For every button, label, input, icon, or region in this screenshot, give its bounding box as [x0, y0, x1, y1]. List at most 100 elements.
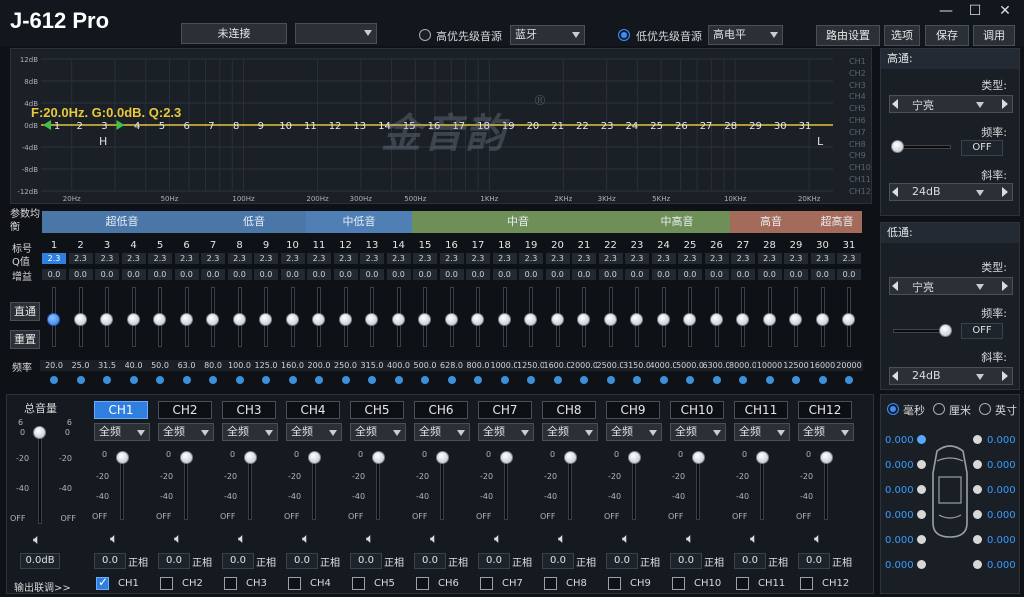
band-freq-value[interactable]: 250.0: [331, 360, 360, 371]
band-link-dot[interactable]: [447, 376, 456, 384]
band-gain-value[interactable]: 0.0: [731, 269, 755, 280]
channel-phase-toggle[interactable]: 正相: [384, 554, 404, 569]
band-gain-value[interactable]: 0.0: [625, 269, 649, 280]
band-gain-value[interactable]: 0.0: [519, 269, 543, 280]
delay-left-dot[interactable]: [917, 535, 926, 544]
band-fader-knob[interactable]: [497, 313, 511, 326]
band-gain-value[interactable]: 0.0: [837, 269, 861, 280]
channel-fader-knob[interactable]: [564, 451, 577, 464]
speaker-icon[interactable]: 🔈︎: [110, 531, 118, 547]
prev-arrow-icon[interactable]: [892, 99, 898, 109]
band-q-value[interactable]: 2.3: [307, 253, 331, 264]
band-fader-knob[interactable]: [338, 313, 352, 326]
band-gain-value[interactable]: 0.0: [651, 269, 676, 280]
channel-select-button[interactable]: CH5: [350, 401, 404, 419]
band-link-dot[interactable]: [156, 376, 164, 384]
band-gain-value[interactable]: 0.0: [254, 269, 278, 280]
channel-select-button[interactable]: CH9: [606, 401, 660, 419]
band-gain-value[interactable]: 0.0: [201, 269, 225, 280]
band-gain-value[interactable]: 0.0: [42, 269, 66, 280]
channel-link-checkbox[interactable]: [608, 577, 621, 590]
band-freq-value[interactable]: 10000: [755, 360, 784, 371]
band-link-dot[interactable]: [394, 376, 403, 384]
delay-left-dot[interactable]: [917, 435, 926, 444]
band-freq-value[interactable]: 2500.0: [596, 360, 625, 371]
prev-arrow-icon[interactable]: [892, 281, 898, 291]
channel-volume-value[interactable]: 0.0: [606, 553, 638, 569]
channel-link-checkbox[interactable]: [480, 577, 493, 590]
band-gain-value[interactable]: 0.0: [572, 269, 596, 280]
channel-volume-value[interactable]: 0.0: [222, 553, 254, 569]
channel-select-button[interactable]: CH8: [542, 401, 596, 419]
band-gain-value[interactable]: 0.0: [95, 269, 119, 280]
high-source-radio[interactable]: [419, 29, 431, 41]
channel-phase-toggle[interactable]: 正相: [128, 554, 148, 569]
band-gain-value[interactable]: 0.0: [148, 269, 172, 280]
band-freq-value[interactable]: 1250.0: [517, 360, 545, 371]
band-fader-knob[interactable]: [471, 313, 484, 326]
low-source-radio[interactable]: [618, 29, 630, 41]
band-gain-value[interactable]: 0.0: [545, 269, 570, 280]
band-link-dot[interactable]: [659, 376, 668, 384]
band-link-dot[interactable]: [792, 376, 800, 384]
band-q-value[interactable]: 2.3: [757, 253, 782, 264]
channel-phase-toggle[interactable]: 正相: [512, 554, 532, 569]
bypass-button[interactable]: 直通: [10, 302, 40, 321]
reset-button[interactable]: 重置: [10, 330, 40, 349]
band-link-dot[interactable]: [818, 376, 827, 384]
channel-volume-value[interactable]: 0.0: [734, 553, 766, 569]
band-q-value[interactable]: 2.3: [678, 253, 702, 264]
high-source-select[interactable]: 蓝牙: [510, 25, 585, 45]
band-gain-value[interactable]: 0.0: [307, 269, 331, 280]
band-link-dot[interactable]: [606, 376, 615, 384]
band-link-dot[interactable]: [341, 376, 350, 384]
channel-select-button[interactable]: CH3: [222, 401, 276, 419]
next-arrow-icon[interactable]: [1002, 99, 1008, 109]
band-gain-value[interactable]: 0.0: [333, 269, 358, 280]
band-link-dot[interactable]: [765, 376, 774, 384]
channel-phase-toggle[interactable]: 正相: [448, 554, 468, 569]
speaker-icon[interactable]: 🔈︎: [238, 531, 246, 547]
graph-channel-item[interactable]: CH6: [849, 115, 871, 127]
channel-select-button[interactable]: CH4: [286, 401, 340, 419]
unit-cm-radio[interactable]: [933, 403, 945, 415]
band-freq-value[interactable]: 628.0: [437, 360, 466, 371]
band-freq-value[interactable]: 500.0: [411, 360, 439, 371]
channel-fader-knob[interactable]: [436, 451, 449, 464]
band-link-dot[interactable]: [288, 376, 297, 384]
band-gain-value[interactable]: 0.0: [68, 269, 93, 280]
lowpass-type-selector[interactable]: 宁亮: [889, 277, 1013, 295]
delay-left-value[interactable]: 0.000: [885, 535, 914, 546]
channel-filter-select[interactable]: 全频: [414, 423, 470, 441]
channel-select-button[interactable]: CH6: [414, 401, 468, 419]
band-q-value[interactable]: 2.3: [731, 253, 755, 264]
highpass-freq-value[interactable]: OFF: [961, 140, 1003, 156]
prev-arrow-icon[interactable]: [892, 371, 898, 381]
band-gain-value[interactable]: 0.0: [704, 269, 729, 280]
delay-left-dot[interactable]: [917, 560, 926, 569]
eq-graph[interactable]: 12dB 8dB 4dB 0dB -4dB -8dB -12dB 20Hz 50Hz 100Hz 2…: [10, 48, 872, 204]
channel-filter-select[interactable]: 全频: [734, 423, 790, 441]
delay-right-dot[interactable]: [973, 485, 982, 494]
graph-channel-item[interactable]: CH12: [849, 186, 871, 198]
speaker-icon[interactable]: 🔈︎: [750, 531, 758, 547]
band-gain-value[interactable]: 0.0: [386, 269, 411, 280]
band-q-value[interactable]: 2.3: [519, 253, 543, 264]
delay-right-value[interactable]: 0.000: [987, 460, 1016, 471]
band-q-value[interactable]: 2.3: [625, 253, 649, 264]
band-freq-value[interactable]: 20000: [835, 360, 863, 371]
speaker-icon[interactable]: 🔈︎: [174, 531, 182, 547]
band-q-value[interactable]: 2.3: [439, 253, 464, 264]
channel-phase-toggle[interactable]: 正相: [768, 554, 788, 569]
band-gain-value[interactable]: 0.0: [413, 269, 437, 280]
band-link-dot[interactable]: [421, 376, 429, 384]
channel-volume-value[interactable]: 0.0: [286, 553, 318, 569]
master-fader-track[interactable]: [38, 426, 42, 524]
channel-fader-knob[interactable]: [500, 451, 513, 464]
channel-volume-value[interactable]: 0.0: [414, 553, 446, 569]
channel-select-button[interactable]: CH12: [798, 401, 852, 419]
band-link-dot[interactable]: [686, 376, 694, 384]
channel-fader-knob[interactable]: [180, 451, 193, 464]
unit-inch-radio[interactable]: [979, 403, 991, 415]
unit-ms-radio[interactable]: [887, 403, 899, 415]
